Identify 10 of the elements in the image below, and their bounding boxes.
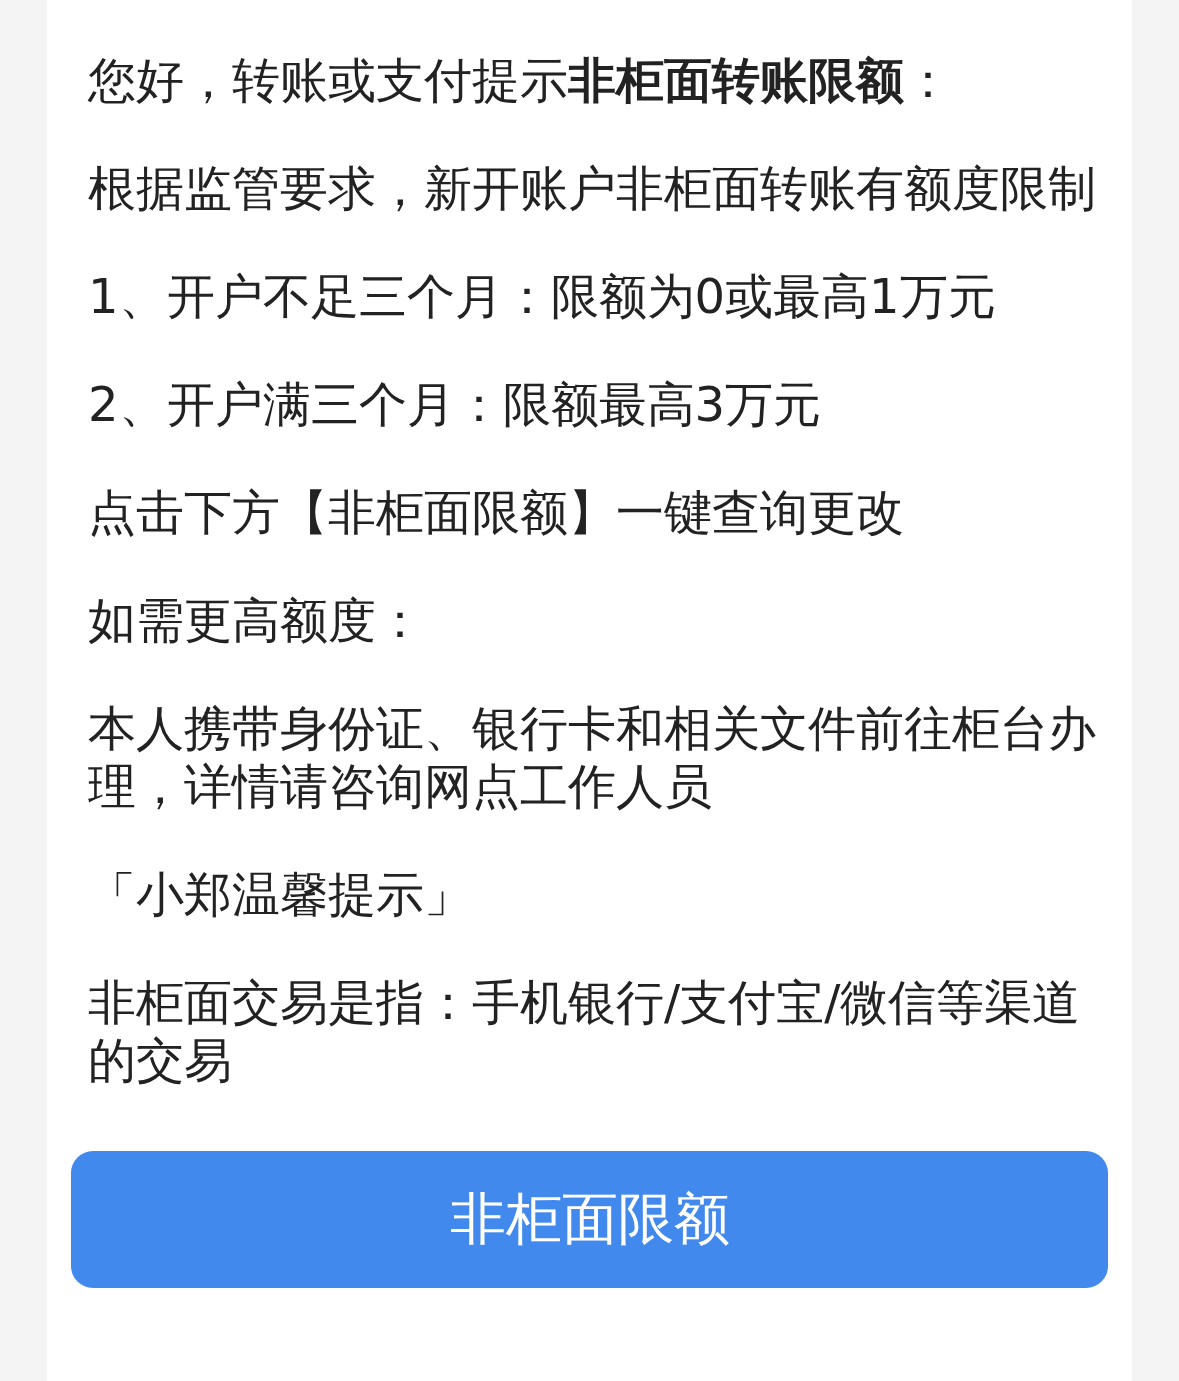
- message-text: 点击下方【非柜面限额】一键查询更改: [88, 483, 905, 541]
- message-text: 本人携带身份证、银行卡和相关文件前往柜台办理，详情请咨询网点工作人员: [88, 699, 1097, 815]
- message-text: 根据监管要求，新开账户非柜面转账有额度限制: [88, 159, 1097, 217]
- limit-button[interactable]: 非柜面限额: [71, 1151, 1108, 1288]
- message-text: 2、开户满三个月：限额最高3万元: [88, 375, 823, 433]
- message-text: 如需更高额度：: [88, 591, 425, 649]
- message-text: 您好，转账或支付提示非柜面转账限额：: [88, 51, 953, 109]
- message-text: 「小郑温馨提示」: [88, 865, 473, 923]
- message-text: 非柜面交易是指：手机银行/支付宝/微信等渠道的交易: [88, 973, 1082, 1089]
- message-text: 1、开户不足三个月：限额为0或最高1万元: [88, 267, 997, 325]
